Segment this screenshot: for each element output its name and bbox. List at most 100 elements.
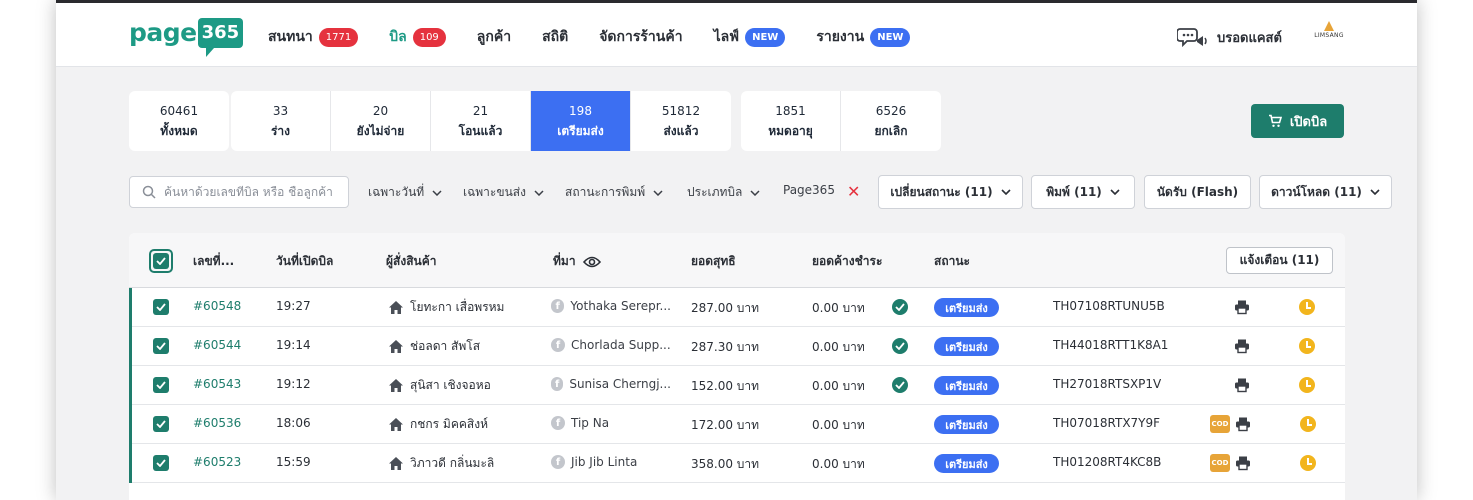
- filter-shipping-label: เฉพาะขนส่ง: [463, 185, 526, 199]
- customer-cell[interactable]: กชกร มิคคสิงห์: [388, 415, 488, 434]
- tracking-number[interactable]: TH27018RTSXP1V: [1053, 377, 1161, 391]
- tracking-number[interactable]: TH07108RTUNU5B: [1053, 299, 1165, 313]
- row-checkbox[interactable]: [153, 416, 169, 432]
- search-input[interactable]: [164, 185, 344, 199]
- net-amount: 287.00 บาท: [691, 301, 760, 315]
- status-tab-5[interactable]: 51812 ส่งแล้ว: [631, 91, 731, 151]
- tabs-group-draft: 60461 ทั้งหมด: [129, 91, 229, 151]
- col-customer-label: ผู้สั่งสินค้า: [386, 254, 437, 268]
- printer-icon[interactable]: [1235, 416, 1251, 436]
- home-icon: [389, 301, 403, 314]
- nav-item-4[interactable]: จัดการร้านค้า: [599, 23, 682, 51]
- status-badge[interactable]: เตรียมส่ง: [934, 337, 999, 356]
- col-net[interactable]: ยอดสุทธิ: [691, 252, 736, 271]
- shop-logo[interactable]: LIMSANG: [1313, 21, 1345, 45]
- col-due[interactable]: ยอดค้างชำระ: [812, 252, 882, 271]
- status-badge[interactable]: เตรียมส่ง: [934, 376, 999, 395]
- bill-time: 19:12: [276, 377, 311, 391]
- nav-item-0[interactable]: สนทนา 1771: [268, 23, 359, 51]
- printer-icon[interactable]: [1235, 455, 1251, 475]
- col-status[interactable]: สถานะ: [934, 252, 970, 271]
- eye-icon[interactable]: [582, 256, 601, 268]
- col-net-label: ยอดสุทธิ: [691, 254, 736, 268]
- notify-button[interactable]: แจ้งเตือน (11): [1226, 247, 1333, 274]
- source-name: Sunisa Cherngj...: [569, 377, 671, 391]
- status-tab-2[interactable]: 20 ยังไม่จ่าย: [331, 91, 431, 151]
- bill-number-link[interactable]: #60536: [193, 416, 241, 430]
- customer-cell[interactable]: โยทะกา เสื่อพรหม: [388, 298, 504, 317]
- filter-bill-type[interactable]: ประเภทบิล: [687, 183, 760, 202]
- open-bill-button[interactable]: เปิดบิล: [1251, 104, 1344, 138]
- customer-cell[interactable]: ช่อลดา สัพโส: [388, 337, 480, 356]
- source-cell: f Jib Jib Linta: [551, 455, 671, 469]
- clock-icon[interactable]: [1299, 377, 1315, 393]
- status-badge[interactable]: เตรียมส่ง: [934, 298, 999, 317]
- clock-icon[interactable]: [1300, 455, 1316, 471]
- facebook-icon: f: [551, 416, 565, 430]
- customer-cell[interactable]: สุนิสา เชิงจอหอ: [388, 376, 491, 395]
- row-checkbox[interactable]: [153, 299, 169, 315]
- nav-item-2[interactable]: ลูกค้า: [477, 23, 511, 51]
- tracking-number[interactable]: TH44018RTT1K8A1: [1053, 338, 1168, 352]
- source-name: Chorlada Supp...: [571, 338, 671, 352]
- status-tab-label: ทั้งหมด: [160, 124, 198, 138]
- customer-cell[interactable]: วิภาวดี กลิ่นมะลิ: [388, 454, 494, 473]
- status-badge[interactable]: เตรียมส่ง: [934, 454, 999, 473]
- table-row[interactable]: #60548 19:27 โยทะกา เสื่อพรหม f Yothaka Sere…: [129, 288, 1345, 327]
- clear-filter-close-icon[interactable]: ✕: [847, 184, 860, 200]
- tracking-number[interactable]: TH07018RTX7Y9F: [1053, 416, 1160, 430]
- tabs-group-flow: 33 ร่าง 20 ยังไม่จ่าย 21 โอนแล้ว 198 เตรียมส่ง 5…: [231, 91, 731, 151]
- bill-number-link[interactable]: #60548: [193, 299, 241, 313]
- col-source: ที่มา: [553, 252, 601, 271]
- row-checkbox[interactable]: [153, 338, 169, 354]
- clock-icon[interactable]: [1300, 416, 1316, 432]
- bill-number-link[interactable]: #60543: [193, 377, 241, 391]
- table-row[interactable]: #60543 19:12 สุนิสา เชิงจอหอ f Sunisa Cherng…: [129, 366, 1345, 405]
- filter-print-status[interactable]: สถานะการพิมพ์: [565, 183, 663, 202]
- row-selected-bar: [129, 288, 132, 327]
- col-customer[interactable]: ผู้สั่งสินค้า: [386, 252, 437, 271]
- nav-item-6[interactable]: รายงาน NEW: [816, 23, 911, 51]
- table-row[interactable]: #60523 15:59 วิภาวดี กลิ่นมะลิ f Jib Jib Lin…: [129, 444, 1345, 483]
- status-tab-4[interactable]: 198 เตรียมส่ง: [531, 91, 631, 151]
- bill-number-link[interactable]: #60523: [193, 455, 241, 469]
- download-button[interactable]: ดาวน์โหลด (11): [1259, 175, 1392, 209]
- nav-item-3[interactable]: สถิติ: [542, 23, 568, 51]
- col-bill-no[interactable]: เลขที่...: [193, 252, 234, 271]
- clock-icon[interactable]: [1299, 299, 1315, 315]
- bills-table: เลขที่... วันที่เปิดบิล ผู้สั่งสินค้า ที…: [129, 233, 1345, 500]
- print-button[interactable]: พิมพ์ (11): [1031, 175, 1135, 209]
- select-all-checkbox[interactable]: [153, 253, 169, 269]
- col-date[interactable]: วันที่เปิดบิล: [276, 252, 333, 271]
- status-badge[interactable]: เตรียมส่ง: [934, 415, 999, 434]
- broadcast-link[interactable]: บรอดแคสต์: [1177, 23, 1282, 51]
- row-checkbox[interactable]: [153, 455, 169, 471]
- status-tab-1[interactable]: 33 ร่าง: [231, 91, 331, 151]
- status-tab-0[interactable]: 60461 ทั้งหมด: [129, 91, 229, 151]
- status-tab-count: 1851: [775, 104, 806, 118]
- nav-item-label: ไลฟ์: [713, 29, 740, 45]
- logo-bubble: 365: [197, 18, 244, 57]
- change-status-button[interactable]: เปลี่ยนสถานะ (11): [878, 175, 1023, 209]
- tracking-number[interactable]: TH01208RT4KC8B: [1053, 455, 1161, 469]
- filter-print-status-label: สถานะการพิมพ์: [565, 185, 646, 199]
- row-checkbox[interactable]: [153, 377, 169, 393]
- table-row[interactable]: #60536 18:06 กชกร มิคคสิงห์ f Tip Na 172.00 บ…: [129, 405, 1345, 444]
- bill-number-link[interactable]: #60544: [193, 338, 241, 352]
- status-tab-3[interactable]: 21 โอนแล้ว: [431, 91, 531, 151]
- filter-shipping[interactable]: เฉพาะขนส่ง: [463, 183, 544, 202]
- chevron-down-icon: [432, 189, 442, 196]
- status-tab-label: ยกเลิก: [874, 124, 908, 138]
- status-tab-7[interactable]: 6526 ยกเลิก: [841, 91, 941, 151]
- printer-icon[interactable]: [1234, 299, 1250, 319]
- printer-icon[interactable]: [1234, 338, 1250, 358]
- status-tab-6[interactable]: 1851 หมดอายุ: [741, 91, 841, 151]
- nav-item-5[interactable]: ไลฟ์ NEW: [714, 23, 786, 51]
- page365-logo[interactable]: page 365: [129, 18, 244, 58]
- pickup-flash-button[interactable]: นัดรับ (Flash): [1144, 175, 1251, 209]
- printer-icon[interactable]: [1234, 377, 1250, 397]
- clock-icon[interactable]: [1299, 338, 1315, 354]
- filter-date[interactable]: เฉพาะวันที่: [368, 183, 442, 202]
- table-row[interactable]: #60544 19:14 ช่อลดา สัพโส f Chorlada Supp...…: [129, 327, 1345, 366]
- nav-item-1[interactable]: บิล 109: [389, 23, 446, 51]
